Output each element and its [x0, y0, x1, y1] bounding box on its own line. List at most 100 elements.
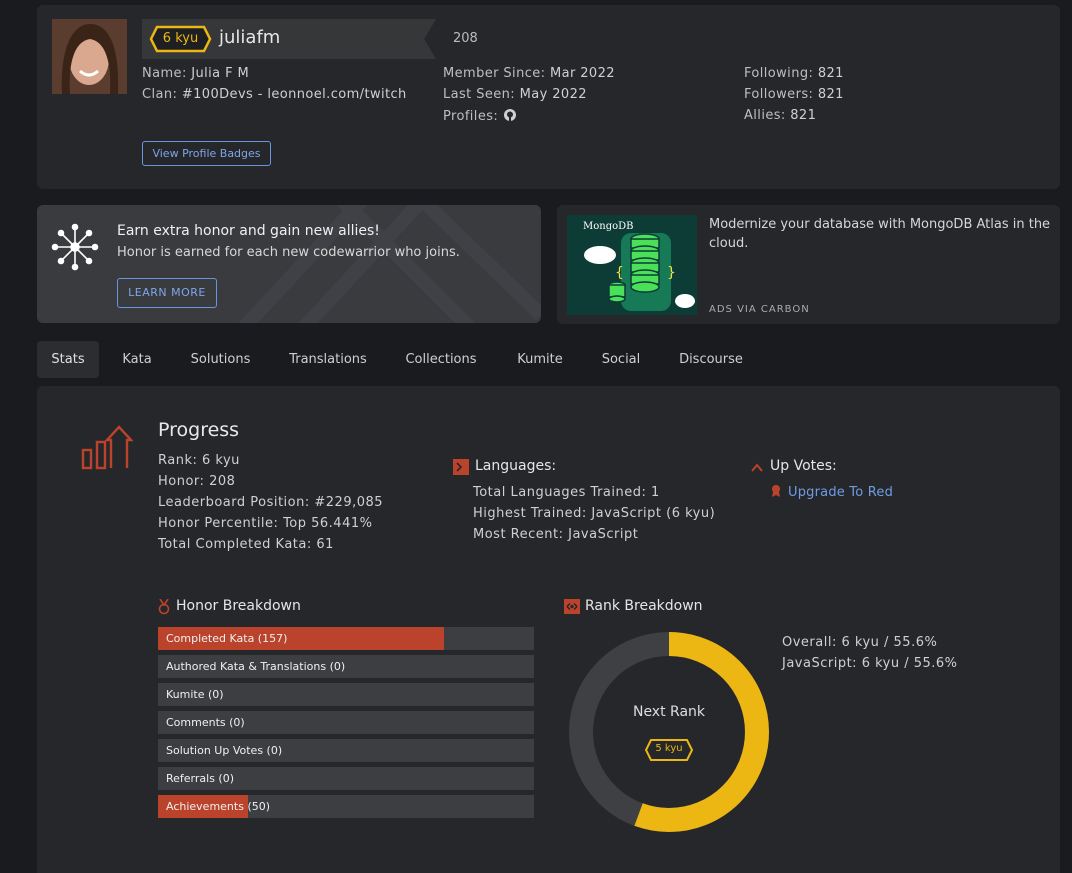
following-row[interactable]: Following: 821	[744, 66, 844, 81]
javascript-rank-value: 6 kyu / 55.6%	[861, 656, 958, 671]
last-seen-label: Last Seen:	[443, 87, 516, 102]
ad-brand: MongoDB	[583, 221, 634, 232]
clan-label: Clan:	[142, 87, 178, 102]
honor-breakdown-row-label: Achievements (50)	[166, 800, 271, 813]
honor-breakdown-row: Kumite (0)	[158, 683, 534, 706]
most-recent-row: Most Recent: JavaScript	[473, 527, 638, 542]
ribbon-icon	[770, 484, 782, 502]
referral-promo-panel: Earn extra honor and gain new allies! Ho…	[37, 205, 541, 323]
following-value: 821	[817, 66, 844, 81]
most-recent-value: JavaScript	[568, 527, 639, 542]
followers-label: Followers:	[744, 87, 814, 102]
total-languages-label: Total Languages Trained:	[473, 485, 647, 500]
completed-kata-value: 61	[316, 537, 334, 552]
tab-kumite[interactable]: Kumite	[511, 341, 569, 378]
honor-breakdown-row: Achievements (50)	[158, 795, 534, 818]
ad-image[interactable]: { } MongoDB	[567, 215, 697, 315]
honor-breakdown-row-label: Authored Kata & Translations (0)	[166, 660, 346, 673]
tab-discourse[interactable]: Discourse	[675, 341, 747, 378]
tab-kata[interactable]: Kata	[113, 341, 161, 378]
tab-social[interactable]: Social	[597, 341, 645, 378]
completed-kata-row: Total Completed Kata: 61	[158, 537, 334, 552]
honor-breakdown-row: Comments (0)	[158, 711, 534, 734]
view-profile-badges-button[interactable]: View Profile Badges	[142, 141, 271, 166]
next-rank-badge: 5 kyu	[644, 738, 694, 762]
ads-via-carbon-link[interactable]: ADS VIA CARBON	[709, 304, 810, 315]
honor-row: Honor: 208	[158, 474, 235, 489]
rank-breakdown-title: Rank Breakdown	[585, 598, 703, 614]
next-rank-value: 5 kyu	[655, 743, 683, 754]
network-icon	[51, 223, 99, 275]
next-rank-label: Next Rank	[632, 704, 706, 720]
rank-badge: 6 kyu	[149, 25, 212, 53]
honor-breakdown-row-label: Solution Up Votes (0)	[166, 744, 283, 757]
rank-breakdown-icon	[564, 599, 580, 618]
allies-value: 821	[790, 108, 817, 123]
honor-breakdown-row-label: Referrals (0)	[166, 772, 235, 785]
svg-text:}: }	[667, 265, 676, 281]
overall-rank-row: Overall: 6 kyu / 55.6%	[782, 635, 937, 650]
tab-collections[interactable]: Collections	[400, 341, 482, 378]
profiles-row: Profiles:	[443, 108, 517, 126]
ad-text[interactable]: Modernize your database with MongoDB Atl…	[709, 215, 1054, 253]
clan-row: Clan: #100Devs - leonnoel.com/twitch	[142, 87, 407, 102]
honor-breakdown-row: Completed Kata (157)	[158, 627, 534, 650]
profile-panel: 6 kyu juliafm 208 Name: Julia F M Clan: …	[37, 5, 1060, 189]
leaderboard-value: #229,085	[314, 495, 384, 510]
honor-count: 208	[453, 31, 478, 46]
tab-stats[interactable]: Stats	[37, 341, 99, 378]
learn-more-button[interactable]: LEARN MORE	[117, 278, 217, 308]
most-recent-label: Most Recent:	[473, 527, 564, 542]
clan-value: #100Devs - leonnoel.com/twitch	[181, 87, 407, 102]
github-icon[interactable]	[503, 108, 517, 126]
upgrade-to-red-link[interactable]: Upgrade To Red	[788, 485, 893, 500]
percentile-label: Honor Percentile:	[158, 516, 279, 531]
stats-panel: Progress Rank: 6 kyu Honor: 208 Leaderbo…	[37, 386, 1060, 873]
honor-label: Honor:	[158, 474, 205, 489]
leaderboard-row: Leaderboard Position: #229,085	[158, 495, 383, 510]
percentile-row: Honor Percentile: Top 56.441%	[158, 516, 372, 531]
username: juliafm	[219, 27, 281, 48]
promo-title: Earn extra honor and gain new allies!	[117, 223, 380, 239]
percentile-value: Top 56.441%	[283, 516, 373, 531]
overall-rank-value: 6 kyu / 55.6%	[841, 635, 938, 650]
rank-value: 6 kyu	[202, 453, 240, 468]
allies-label: Allies:	[744, 108, 786, 123]
rank-row: Rank: 6 kyu	[158, 453, 240, 468]
promo-subtitle: Honor is earned for each new codewarrior…	[117, 245, 460, 260]
total-languages-row: Total Languages Trained: 1	[473, 485, 660, 500]
total-languages-value: 1	[651, 485, 660, 500]
avatar[interactable]	[52, 19, 127, 94]
last-seen-row: Last Seen: May 2022	[443, 87, 587, 102]
progress-title: Progress	[158, 419, 240, 441]
followers-row[interactable]: Followers: 821	[744, 87, 844, 102]
highest-trained-row: Highest Trained: JavaScript (6 kyu)	[473, 506, 715, 521]
overall-rank-label: Overall:	[782, 635, 837, 650]
tab-translations[interactable]: Translations	[282, 341, 374, 378]
chevron-up-icon	[751, 462, 763, 477]
rank-progress-donut	[569, 632, 769, 832]
member-since-row: Member Since: Mar 2022	[443, 66, 615, 81]
languages-title: Languages:	[475, 458, 557, 474]
name-label: Name:	[142, 66, 187, 81]
honor-breakdown-row: Referrals (0)	[158, 767, 534, 790]
honor-breakdown-row-label: Kumite (0)	[166, 688, 224, 701]
tab-solutions[interactable]: Solutions	[183, 341, 258, 378]
honor-breakdown-row: Solution Up Votes (0)	[158, 739, 534, 762]
highest-trained-value: JavaScript (6 kyu)	[591, 506, 716, 521]
completed-kata-label: Total Completed Kata:	[158, 537, 312, 552]
ad-panel: { } MongoDB Modernize your database with…	[557, 205, 1060, 324]
followers-value: 821	[817, 87, 844, 102]
profiles-label: Profiles:	[443, 109, 499, 124]
upvotes-title: Up Votes:	[770, 458, 837, 474]
terminal-icon	[453, 459, 469, 479]
progress-icon	[81, 424, 134, 476]
rank-badge-label: 6 kyu	[162, 31, 199, 46]
leaderboard-label: Leaderboard Position:	[158, 495, 310, 510]
member-since-value: Mar 2022	[549, 66, 615, 81]
following-label: Following:	[744, 66, 814, 81]
svg-text:{: {	[615, 265, 624, 281]
name-value: Julia F M	[191, 66, 250, 81]
allies-row[interactable]: Allies: 821	[744, 108, 816, 123]
rank-label: Rank:	[158, 453, 198, 468]
